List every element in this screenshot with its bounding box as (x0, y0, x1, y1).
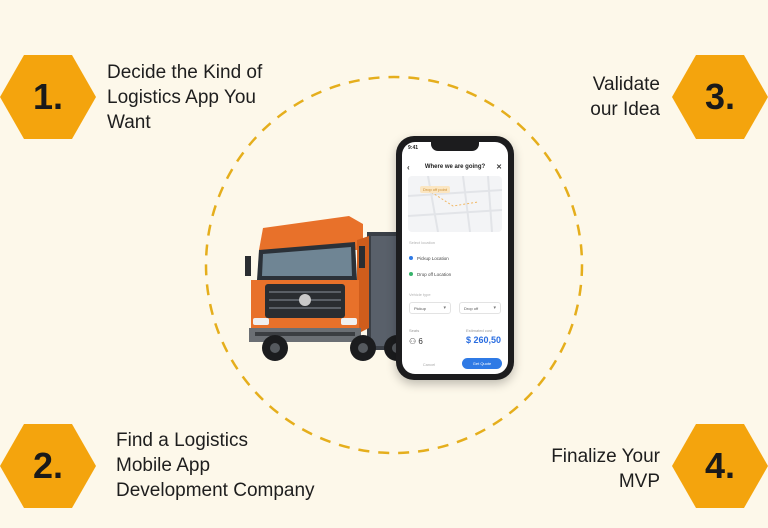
step-4-line-2: MVP (618, 471, 660, 492)
price-value: $ 260,50 (466, 335, 502, 345)
map-pin-label: Drop off point (420, 186, 450, 193)
dropoff-location-label: Drop off Location (417, 271, 452, 277)
step-1-text: Decide the Kind of Logistics App You Wan… (107, 60, 262, 135)
step-2-line-3: Development Company (116, 480, 315, 501)
map-roads (408, 176, 502, 232)
section-label: Select location (409, 240, 436, 245)
dropoff-location-row[interactable]: Drop off Location (409, 268, 501, 280)
step-2-number: 2. (32, 445, 64, 486)
step-3-number: 3. (704, 76, 736, 117)
pickup-location-label: Pickup Location (417, 255, 449, 261)
phone-screen: 9:41 ‹ Where we are going? ✕ Drop off po… (402, 142, 508, 374)
back-arrow-icon[interactable]: ‹ (407, 163, 410, 172)
smartphone-mockup: 9:41 ‹ Where we are going? ✕ Drop off po… (396, 136, 514, 380)
pickup-select[interactable]: Pickup ▾ (409, 302, 451, 314)
seats-value: ⚇ 6 (409, 337, 423, 346)
seats-label: Seats (409, 328, 420, 333)
app-header-title: Where we are going? (424, 164, 486, 170)
pickup-dot-icon (409, 256, 413, 260)
status-time: 9:41 (408, 145, 419, 151)
pickup-location-row[interactable]: Pickup Location (409, 252, 501, 264)
step-3-line-2: our Idea (590, 99, 660, 120)
cancel-button[interactable]: Cancel (410, 359, 448, 369)
step-1-line-3: Want (107, 112, 151, 133)
step-4-text: Finalize Your MVP (551, 444, 660, 494)
app-header: ‹ Where we are going? ✕ (402, 160, 508, 174)
step-2-text: Find a Logistics Mobile App Development … (116, 428, 315, 503)
step-4-number: 4. (704, 445, 736, 486)
step-4-hexagon: 4. (672, 424, 768, 508)
get-quote-button[interactable]: Get Quote (462, 358, 502, 369)
chevron-down-icon: ▾ (493, 305, 496, 311)
step-1-line-2: Logistics App You (107, 87, 256, 108)
step-3-hexagon: 3. (672, 55, 768, 139)
dropoff-select[interactable]: Drop off ▾ (459, 302, 501, 314)
truck-illustration (245, 216, 419, 361)
vehicle-type-label: Vehicle type (409, 292, 431, 297)
step-3-line-1: Validate (592, 74, 660, 95)
step-3-text: Validate our Idea (590, 72, 660, 122)
step-2-line-2: Mobile App (116, 455, 211, 476)
seats-count: 6 (418, 337, 423, 346)
map-view[interactable]: Drop off point (408, 176, 502, 232)
step-1-number: 1. (32, 76, 64, 117)
phone-notch (431, 142, 479, 151)
chevron-down-icon: ▾ (443, 305, 446, 311)
step-4-line-1: Finalize Your (551, 446, 660, 467)
step-1-line-1: Decide the Kind of (107, 62, 263, 83)
step-2-line-1: Find a Logistics (116, 430, 249, 451)
step-1-hexagon: 1. (0, 55, 96, 139)
step-2-hexagon: 2. (0, 424, 96, 508)
estimate-label: Estimated cost (466, 328, 493, 333)
close-icon[interactable]: ✕ (496, 163, 502, 171)
dropoff-select-value: Drop off (464, 305, 479, 311)
pickup-select-value: Pickup (414, 305, 427, 311)
dropoff-dot-icon (409, 272, 413, 276)
